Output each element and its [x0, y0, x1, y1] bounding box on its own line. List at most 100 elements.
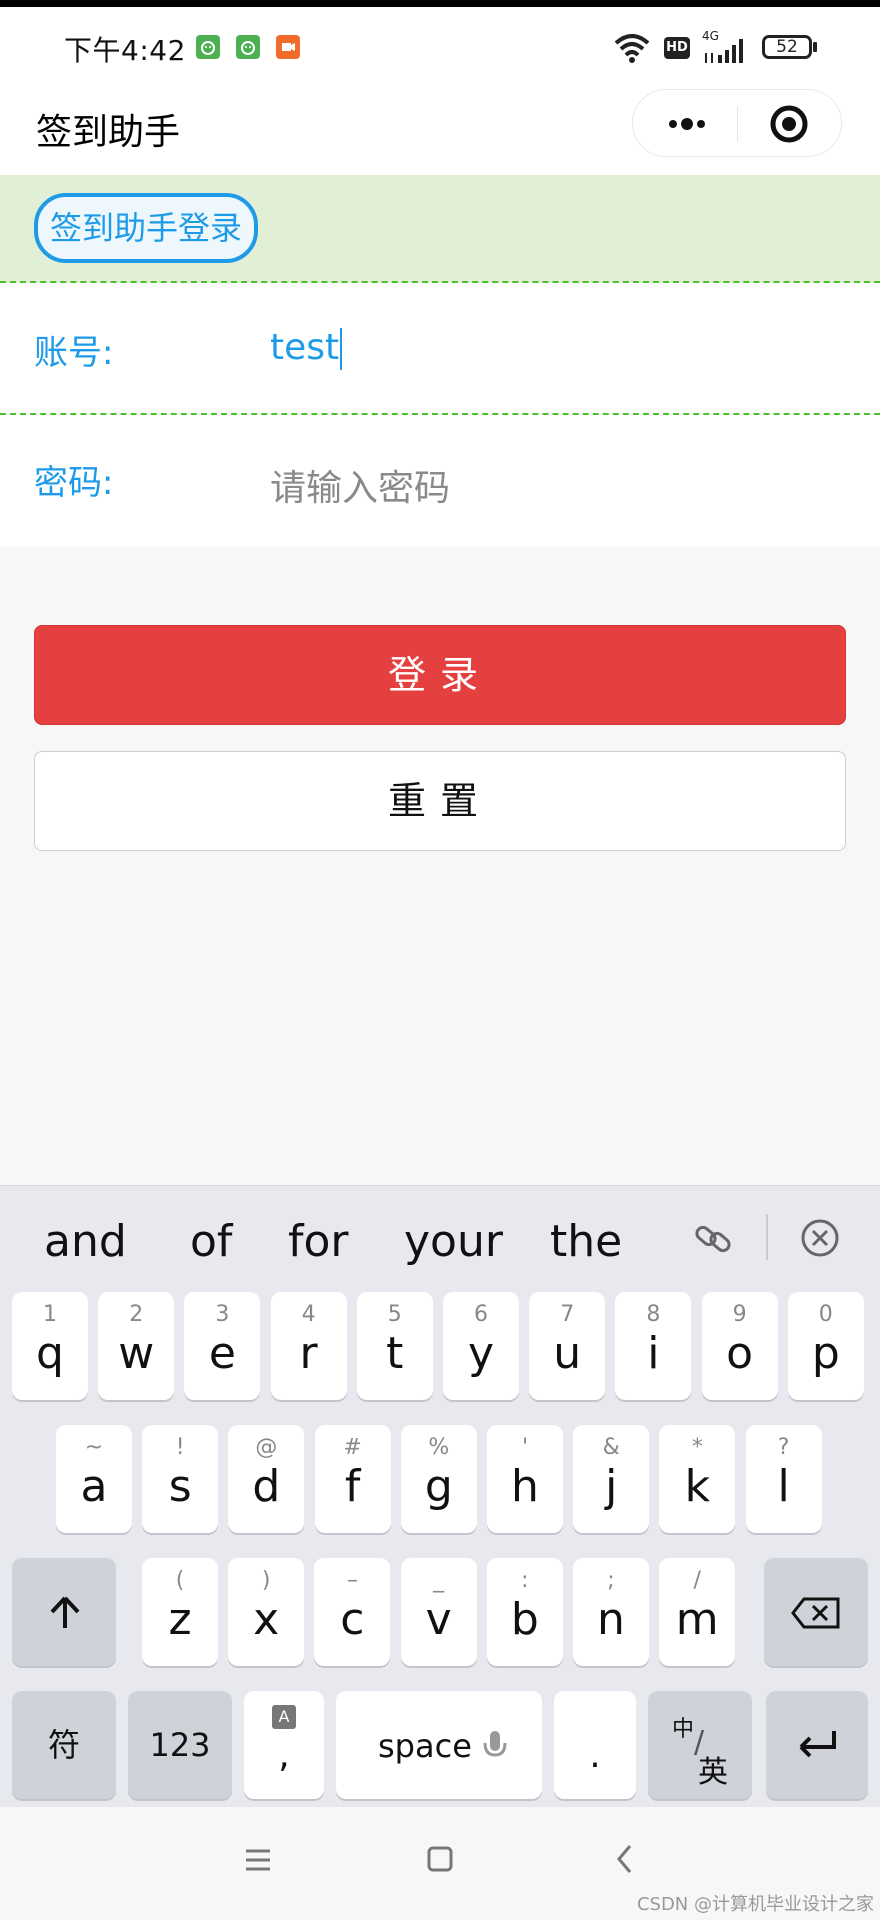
key-g[interactable]: % g: [400, 1425, 477, 1533]
key-char: t: [386, 1328, 404, 1379]
key-k[interactable]: * k: [659, 1425, 736, 1533]
notification-android-icon: [196, 35, 220, 59]
shift-key[interactable]: [12, 1558, 116, 1666]
key-hint: 4: [301, 1302, 316, 1327]
suggestion-word[interactable]: and: [44, 1216, 127, 1267]
key-char: h: [511, 1461, 539, 1512]
key-m[interactable]: / m: [659, 1558, 736, 1666]
key-char: c: [340, 1594, 365, 1645]
hd-icon: HD: [664, 37, 690, 59]
password-label: 密码:: [34, 463, 114, 503]
key-char: e: [208, 1328, 236, 1379]
key-y[interactable]: 6y: [443, 1292, 519, 1400]
key-hint: (: [175, 1568, 185, 1593]
comma-key[interactable]: A ,: [244, 1691, 324, 1799]
key-hint: 7: [560, 1302, 575, 1327]
key-c[interactable]: – c: [314, 1558, 391, 1666]
login-header: 签到助手登录: [0, 175, 880, 283]
key-w[interactable]: 2w: [98, 1292, 175, 1400]
target-close-icon[interactable]: [769, 104, 809, 144]
key-z[interactable]: (z: [142, 1558, 218, 1666]
home-icon[interactable]: [426, 1845, 454, 1877]
account-row: 账号: test: [0, 283, 880, 415]
key-hint: /: [693, 1568, 701, 1593]
key-t[interactable]: 5t: [356, 1292, 433, 1400]
key-i[interactable]: 8i: [615, 1292, 692, 1400]
clipboard-link-icon[interactable]: [690, 1216, 736, 1266]
enter-key[interactable]: [766, 1691, 868, 1799]
account-value: test: [270, 327, 340, 368]
key-char: i: [647, 1328, 660, 1379]
key-o[interactable]: 9o: [701, 1292, 778, 1400]
lang-en-label: 英: [698, 1755, 728, 1790]
backspace-key[interactable]: [764, 1558, 868, 1666]
period-char: .: [589, 1735, 601, 1776]
password-input[interactable]: 请输入密码: [270, 459, 450, 511]
key-b[interactable]: :b: [486, 1558, 563, 1666]
key-hint: &: [602, 1435, 620, 1460]
key-hint: 1: [43, 1302, 57, 1327]
key-char: l: [777, 1461, 790, 1512]
key-hint: @: [255, 1435, 278, 1460]
comma-char: ,: [278, 1735, 290, 1776]
watermark: CSDN @计算机毕业设计之家: [636, 1894, 874, 1915]
key-char: s: [168, 1461, 192, 1512]
key-hint: _: [433, 1568, 445, 1593]
space-label: space: [378, 1727, 472, 1765]
space-key[interactable]: space: [336, 1691, 542, 1799]
period-key[interactable]: .: [554, 1691, 636, 1799]
key-char: a: [80, 1461, 108, 1512]
key-hint: 9: [732, 1302, 747, 1327]
key-char: j: [605, 1461, 618, 1512]
symbol-key[interactable]: 符: [12, 1691, 116, 1799]
login-button[interactable]: 登录: [34, 625, 846, 725]
key-hint: ;: [607, 1568, 615, 1593]
key-x[interactable]: ) x: [228, 1558, 305, 1666]
font-a-icon: A: [272, 1705, 296, 1729]
key-v[interactable]: _ v: [400, 1558, 477, 1666]
suggestion-divider: [766, 1214, 768, 1260]
back-icon[interactable]: [614, 1843, 636, 1879]
key-hint: %: [428, 1435, 450, 1460]
key-hint: ?: [777, 1435, 790, 1460]
key-hint: –: [346, 1568, 358, 1593]
key-char: x: [253, 1594, 280, 1645]
key-n[interactable]: ; n: [573, 1558, 649, 1666]
suggestion-word[interactable]: the: [550, 1216, 622, 1267]
suggestion-word[interactable]: of: [190, 1216, 232, 1267]
key-p[interactable]: 0p: [787, 1292, 864, 1400]
language-switch-key[interactable]: 中 / 英: [648, 1691, 752, 1799]
key-j[interactable]: & j: [573, 1425, 650, 1533]
more-dots-icon[interactable]: [659, 108, 715, 140]
key-u[interactable]: 7u: [529, 1292, 606, 1400]
number-key[interactable]: 123: [128, 1691, 232, 1799]
key-e[interactable]: 3e: [184, 1292, 261, 1400]
account-input[interactable]: test: [270, 327, 343, 370]
microphone-icon: [483, 1731, 507, 1757]
close-suggestions-icon[interactable]: [798, 1216, 842, 1264]
key-hint: 6: [474, 1302, 488, 1327]
suggestion-word[interactable]: for: [288, 1216, 349, 1267]
reset-button[interactable]: 重置: [34, 751, 846, 851]
key-h[interactable]: ' h: [487, 1425, 563, 1533]
shift-arrow-icon: [50, 1596, 80, 1628]
key-s[interactable]: ! s: [142, 1425, 219, 1533]
key-hint: #: [343, 1435, 362, 1460]
key-char: n: [597, 1594, 625, 1645]
key-a[interactable]: ~ a: [56, 1425, 132, 1533]
suggestion-word[interactable]: your: [404, 1216, 503, 1267]
text-caret: [340, 328, 343, 370]
key-hint: *: [691, 1435, 703, 1460]
key-r[interactable]: 4r: [270, 1292, 347, 1400]
notification-video-icon: [276, 35, 300, 59]
key-char: w: [118, 1328, 155, 1379]
key-l[interactable]: ? l: [745, 1425, 822, 1533]
menu-icon[interactable]: [244, 1847, 272, 1877]
key-f[interactable]: # f: [314, 1425, 391, 1533]
nav-bar: 签到助手: [0, 87, 880, 175]
key-q[interactable]: 1q: [12, 1292, 88, 1400]
battery-icon: 52: [762, 35, 812, 59]
key-hint: ): [261, 1568, 271, 1593]
soft-keyboard: and of for your the 1q2w3e4r5t6y7u8i9o0p…: [0, 1185, 880, 1808]
key-d[interactable]: @ d: [228, 1425, 305, 1533]
